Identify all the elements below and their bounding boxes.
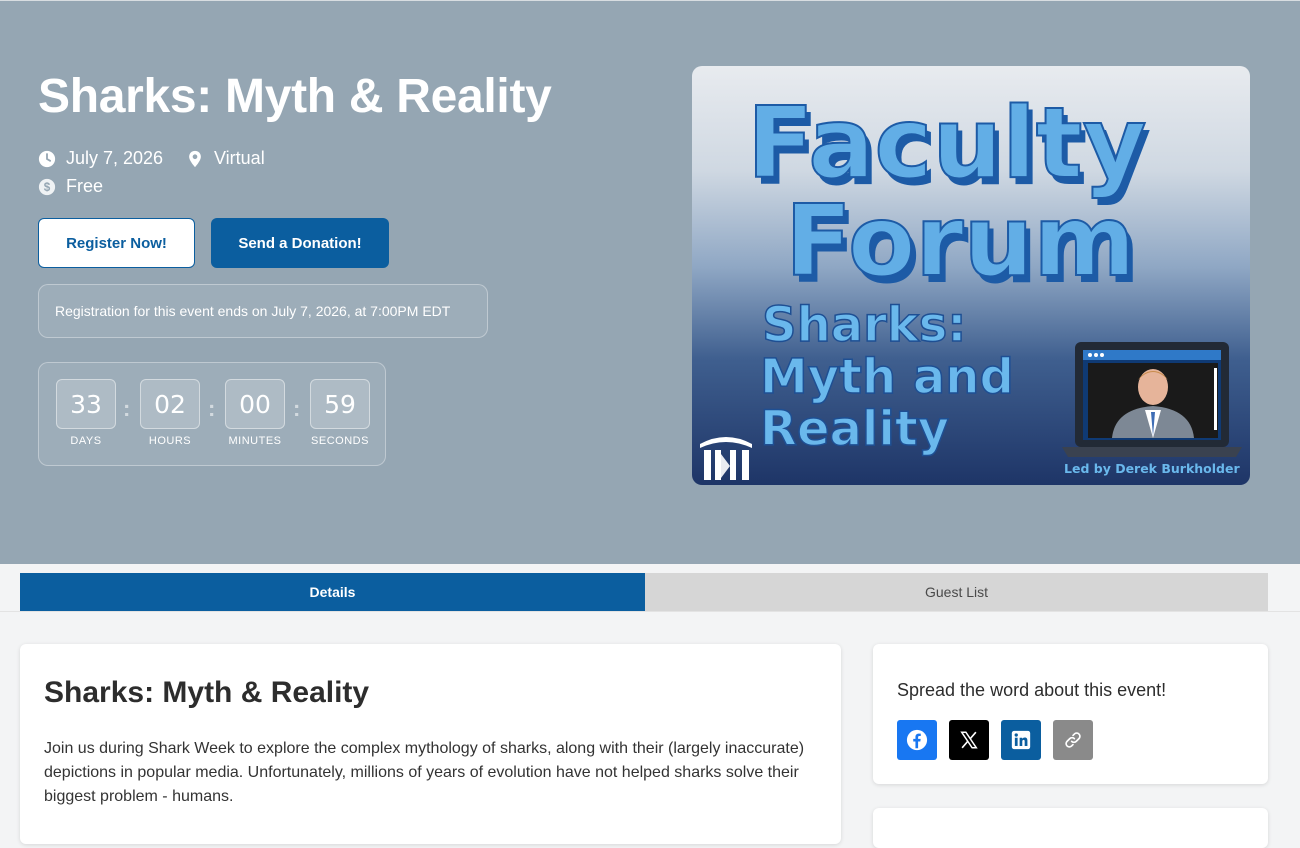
countdown-minutes-label: MINUTES bbox=[228, 435, 282, 447]
promo-line1: Faculty bbox=[747, 87, 1147, 201]
event-price: $ Free bbox=[38, 176, 103, 197]
countdown-minutes: 00 MINUTES bbox=[224, 379, 286, 447]
countdown-days-label: DAYS bbox=[70, 435, 102, 447]
countdown-minutes-value: 00 bbox=[225, 379, 285, 429]
registration-deadline-note: Registration for this event ends on July… bbox=[38, 284, 488, 338]
promo-subtitle-line1: Sharks: bbox=[762, 297, 967, 353]
tabs-divider bbox=[0, 611, 1300, 612]
event-price-text: Free bbox=[66, 176, 104, 196]
countdown-separator: : bbox=[123, 396, 131, 421]
promo-subtitle-line3: Reality bbox=[760, 401, 949, 457]
registration-deadline-text: Registration for this event ends on July… bbox=[55, 303, 451, 319]
svg-text:$: $ bbox=[44, 181, 51, 194]
map-pin-icon bbox=[189, 150, 201, 167]
share-title: Spread the word about this event! bbox=[897, 680, 1167, 700]
promo-credit: Led by Derek Burkholder bbox=[1064, 461, 1240, 476]
register-button[interactable]: Register Now! bbox=[38, 218, 195, 268]
event-details-card: Sharks: Myth & Reality Join us during Sh… bbox=[20, 644, 841, 844]
share-x-button[interactable] bbox=[949, 720, 989, 760]
linkedin-icon bbox=[1011, 730, 1031, 750]
event-promo-image: Faculty Faculty Forum Forum Sharks: Myth… bbox=[692, 66, 1250, 485]
countdown-hours-value: 02 bbox=[140, 379, 200, 429]
countdown-days-value: 33 bbox=[56, 379, 116, 429]
promo-artwork: Faculty Faculty Forum Forum Sharks: Myth… bbox=[700, 86, 1242, 480]
tab-details[interactable]: Details bbox=[20, 573, 645, 611]
facebook-icon bbox=[906, 729, 928, 751]
event-location: Virtual bbox=[186, 148, 265, 169]
share-facebook-button[interactable] bbox=[897, 720, 937, 760]
clock-icon bbox=[38, 150, 56, 167]
event-date: July 7, 2026 bbox=[38, 148, 163, 169]
countdown-separator: : bbox=[208, 396, 216, 421]
countdown-days: 33 DAYS bbox=[55, 379, 117, 447]
event-tabs: Details Guest List bbox=[20, 573, 1268, 611]
details-description: Join us during Shark Week to explore the… bbox=[44, 740, 805, 805]
event-title: Sharks: Myth & Reality bbox=[38, 70, 552, 123]
event-location-text: Virtual bbox=[214, 148, 265, 168]
countdown-separator: : bbox=[293, 396, 301, 421]
sidebar-card bbox=[873, 808, 1268, 848]
event-hero: Sharks: Myth & Reality July 7, 2026 Virt… bbox=[0, 0, 1300, 564]
tab-guest-list[interactable]: Guest List bbox=[645, 573, 1268, 611]
countdown-hours: 02 HOURS bbox=[139, 379, 201, 447]
campus-logo-icon bbox=[700, 437, 752, 480]
countdown-timer: 33 DAYS : 02 HOURS : 00 MINUTES : 59 SEC… bbox=[38, 362, 386, 466]
share-linkedin-button[interactable] bbox=[1001, 720, 1041, 760]
laptop-icon bbox=[1062, 342, 1242, 457]
countdown-seconds-label: SECONDS bbox=[311, 435, 369, 447]
countdown-seconds: 59 SECONDS bbox=[309, 379, 371, 447]
details-heading: Sharks: Myth & Reality bbox=[44, 676, 370, 709]
share-card: Spread the word about this event! bbox=[873, 644, 1268, 784]
share-copy-link-button[interactable] bbox=[1053, 720, 1093, 760]
donate-button[interactable]: Send a Donation! bbox=[211, 218, 389, 268]
countdown-hours-label: HOURS bbox=[148, 435, 192, 447]
link-icon bbox=[1065, 732, 1081, 748]
event-date-text: July 7, 2026 bbox=[66, 148, 164, 168]
promo-line2: Forum bbox=[785, 185, 1136, 299]
countdown-seconds-value: 59 bbox=[310, 379, 370, 429]
promo-subtitle-line2: Myth and bbox=[760, 349, 1014, 405]
x-icon bbox=[960, 731, 978, 749]
dollar-icon: $ bbox=[38, 178, 56, 195]
